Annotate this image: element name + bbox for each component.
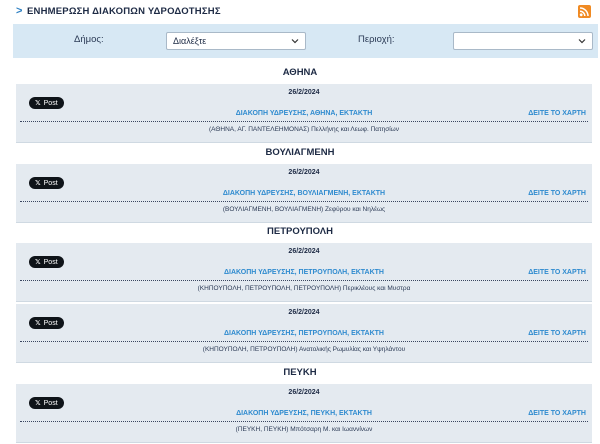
see-map-link[interactable]: ΔΕΙΤΕ ΤΟ ΧΑΡΤΗ [528, 269, 586, 276]
x-post-button[interactable]: 𝕏 Post [29, 256, 64, 268]
chevron-right-icon: > [16, 5, 23, 17]
area-heading: ΑΘΗΝΑ [282, 67, 318, 78]
x-post-button[interactable]: 𝕏 Post [29, 397, 64, 409]
notice-date: 26/2/2024 [288, 389, 320, 396]
x-post-label: Post [43, 258, 58, 266]
notice-headline-link[interactable]: ΔΙΑΚΟΠΗ ΥΔΡΕΥΣΗΣ, ΒΟΥΛΙΑΓΜΕΝΗ, ΕΚΤΑΚΤΗ [16, 190, 592, 197]
x-post-label: Post [43, 399, 58, 407]
x-logo-icon: 𝕏 [35, 399, 41, 407]
chevron-down-icon [291, 39, 299, 44]
see-map-link[interactable]: ΔΕΙΤΕ ΤΟ ΧΑΡΤΗ [528, 410, 586, 417]
notice-card: 26/2/2024 𝕏 Post ΔΙΑΚΟΠΗ ΥΔΡΕΥΣΗΣ, ΠΕΤΡΟ… [16, 243, 592, 302]
notice-streets: (ΚΗΠΟΥΠΟΛΗ, ΠΕΤΡΟΥΠΟΛΗ, ΠΕΤΡΟΥΠΟΛΗ) Περι… [197, 285, 411, 292]
notice-card: 26/2/2024 𝕏 Post ΔΙΑΚΟΠΗ ΥΔΡΕΥΣΗΣ, ΠΕΤΡΟ… [16, 304, 592, 363]
see-map-link[interactable]: ΔΕΙΤΕ ΤΟ ΧΑΡΤΗ [528, 190, 586, 197]
see-map-link[interactable]: ΔΕΙΤΕ ΤΟ ΧΑΡΤΗ [528, 330, 586, 337]
area-heading: ΠΕΤΡΟΥΠΟΛΗ [267, 226, 333, 237]
chevron-down-icon [578, 39, 586, 44]
municipality-select-value: Διαλέξτε [173, 36, 207, 46]
x-logo-icon: 𝕏 [35, 179, 41, 187]
notice-card: 26/2/2024 𝕏 Post ΔΙΑΚΟΠΗ ΥΔΡΕΥΣΗΣ, ΑΘΗΝΑ… [16, 84, 592, 143]
notice-headline-link[interactable]: ΔΙΑΚΟΠΗ ΥΔΡΕΥΣΗΣ, ΠΕΤΡΟΥΠΟΛΗ, ΕΚΤΑΚΤΗ [16, 330, 592, 337]
x-post-label: Post [43, 99, 58, 107]
x-logo-icon: 𝕏 [35, 319, 41, 327]
notice-date: 26/2/2024 [288, 169, 320, 176]
notice-card: 26/2/2024 𝕏 Post ΔΙΑΚΟΠΗ ΥΔΡΕΥΣΗΣ, ΠΕΥΚΗ… [16, 384, 592, 443]
area-select[interactable] [453, 32, 593, 50]
notice-card: 26/2/2024 𝕏 Post ΔΙΑΚΟΠΗ ΥΔΡΕΥΣΗΣ, ΒΟΥΛΙ… [16, 164, 592, 223]
x-post-label: Post [43, 179, 58, 187]
area-label: Περιοχή: [358, 34, 395, 45]
dotted-divider [20, 341, 588, 342]
page-title: ΕΝΗΜΕΡΩΣΗ ΔΙΑΚΟΠΩΝ ΥΔΡΟΔΟΤΗΣΗΣ [27, 6, 221, 17]
see-map-link[interactable]: ΔΕΙΤΕ ΤΟ ΧΑΡΤΗ [528, 110, 586, 117]
notice-date: 26/2/2024 [288, 309, 320, 316]
municipality-label: Δήμος: [74, 34, 104, 45]
x-post-button[interactable]: 𝕏 Post [29, 317, 64, 329]
dotted-divider [20, 121, 588, 122]
x-logo-icon: 𝕏 [35, 99, 41, 107]
x-post-button[interactable]: 𝕏 Post [29, 97, 64, 109]
notice-streets: (ΠΕΥΚΗ, ΠΕΥΚΗ) Μπότσαρη Μ. και Ιωαννίνων [235, 426, 373, 433]
x-logo-icon: 𝕏 [35, 258, 41, 266]
notice-date: 26/2/2024 [288, 89, 320, 96]
notice-streets: (ΒΟΥΛΙΑΓΜΕΝΗ, ΒΟΥΛΙΑΓΜΕΝΗ) Ζεφύρου και Ν… [222, 206, 386, 213]
dotted-divider [20, 421, 588, 422]
page: > ΕΝΗΜΕΡΩΣΗ ΔΙΑΚΟΠΩΝ ΥΔΡΟΔΟΤΗΣΗΣ Δήμος: … [0, 0, 600, 444]
dotted-divider [20, 280, 588, 281]
filter-bar: Δήμος: Διαλέξτε Περιοχή: [13, 24, 598, 58]
notice-headline-link[interactable]: ΔΙΑΚΟΠΗ ΥΔΡΕΥΣΗΣ, ΠΕΤΡΟΥΠΟΛΗ, ΕΚΤΑΚΤΗ [16, 269, 592, 276]
x-post-button[interactable]: 𝕏 Post [29, 177, 64, 189]
dotted-divider [20, 201, 588, 202]
rss-icon[interactable] [578, 5, 591, 18]
notice-streets: (ΚΗΠΟΥΠΟΛΗ, ΠΕΤΡΟΥΠΟΛΗ) Ανατολικής Ρωμυλ… [202, 346, 406, 353]
municipality-select[interactable]: Διαλέξτε [166, 32, 306, 50]
x-post-label: Post [43, 319, 58, 327]
notice-headline-link[interactable]: ΔΙΑΚΟΠΗ ΥΔΡΕΥΣΗΣ, ΠΕΥΚΗ, ΕΚΤΑΚΤΗ [16, 410, 592, 417]
notice-streets: (ΑΘΗΝΑ, ΑΓ. ΠΑΝΤΕΛΕΗΜΟΝΑΣ) Πελλήνης και … [209, 126, 399, 133]
notice-headline-link[interactable]: ΔΙΑΚΟΠΗ ΥΔΡΕΥΣΗΣ, ΑΘΗΝΑ, ΕΚΤΑΚΤΗ [16, 110, 592, 117]
notice-date: 26/2/2024 [288, 248, 320, 255]
page-header: > ΕΝΗΜΕΡΩΣΗ ΔΙΑΚΟΠΩΝ ΥΔΡΟΔΟΤΗΣΗΣ [0, 0, 600, 24]
area-heading: ΠΕΥΚΗ [283, 367, 317, 378]
area-heading: ΒΟΥΛΙΑΓΜΕΝΗ [265, 147, 335, 158]
